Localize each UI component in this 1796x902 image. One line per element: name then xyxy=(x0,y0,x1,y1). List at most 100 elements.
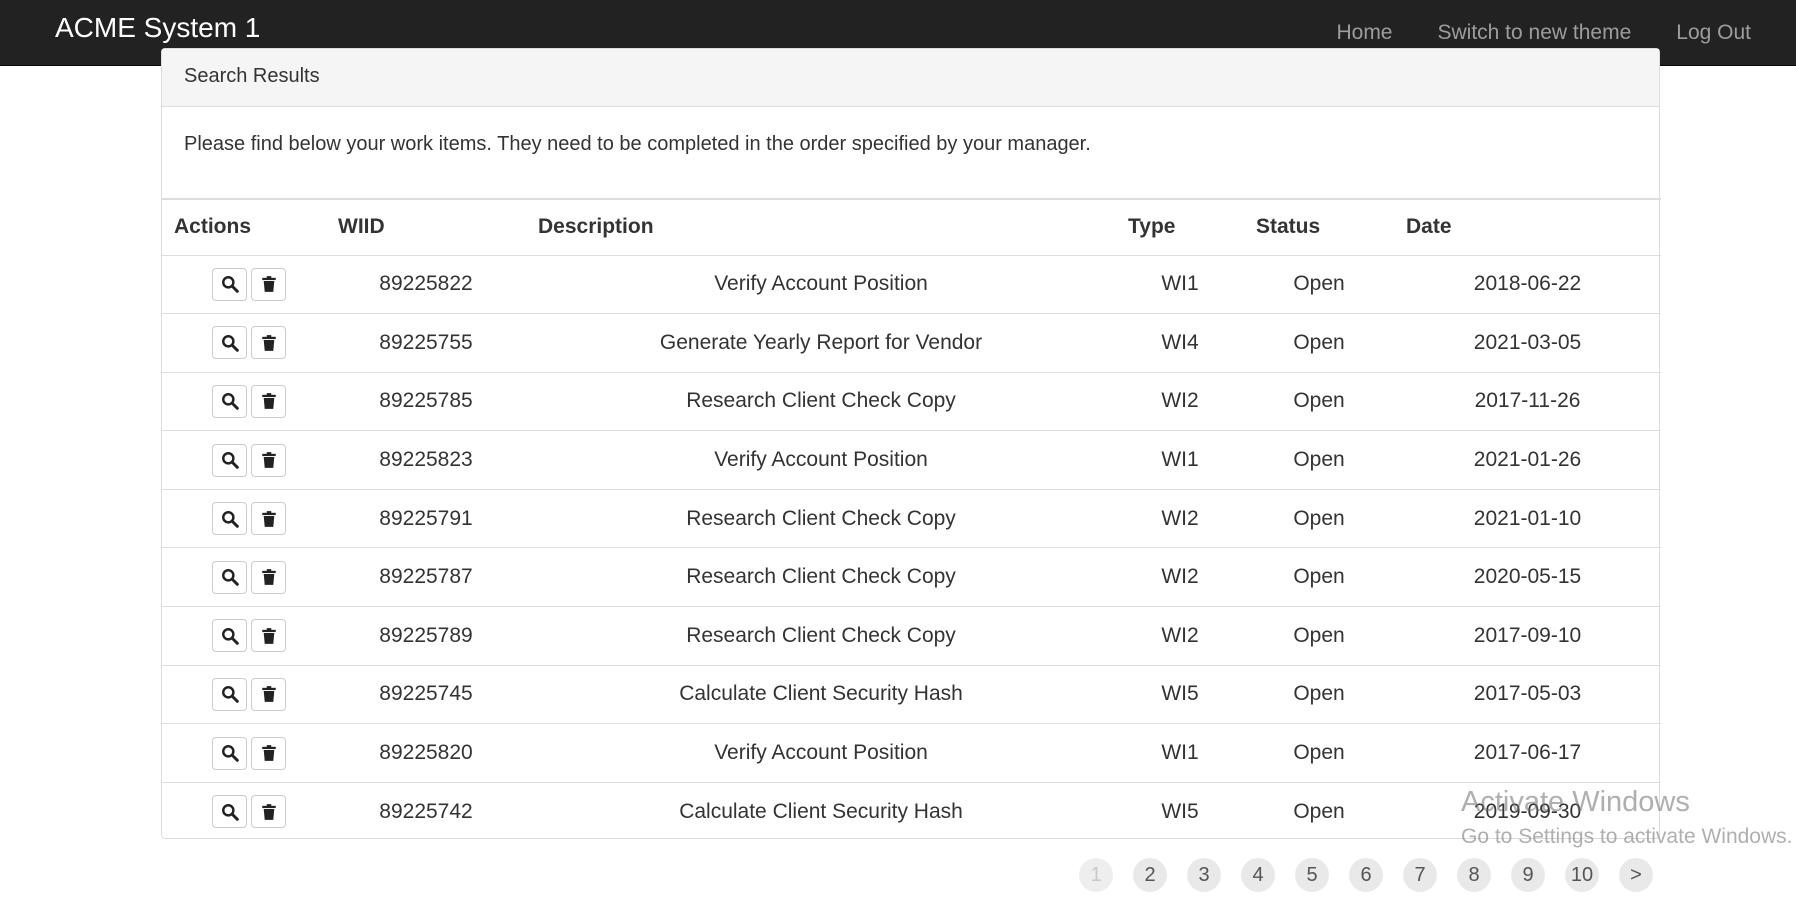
cell-status: Open xyxy=(1293,506,1345,530)
cell-description: Verify Account Position xyxy=(714,448,928,472)
pagination-page[interactable]: 7 xyxy=(1403,858,1437,892)
view-item-button[interactable] xyxy=(212,795,247,829)
header-wiid[interactable]: WIID xyxy=(326,199,526,255)
cell-date: 2017-09-10 xyxy=(1473,623,1582,647)
cell-description: Verify Account Position xyxy=(714,741,928,765)
view-item-button[interactable] xyxy=(212,560,247,594)
cell-type: WI5 xyxy=(1161,682,1199,706)
cell-status: Open xyxy=(1293,448,1345,472)
cell-type: WI1 xyxy=(1161,448,1199,472)
cell-wiid: 89225789 xyxy=(379,623,473,647)
search-icon xyxy=(221,568,239,587)
pagination-page[interactable]: 6 xyxy=(1349,858,1383,892)
pagination-page[interactable]: 5 xyxy=(1295,858,1329,892)
pagination-next[interactable]: > xyxy=(1619,858,1653,892)
cell-description: Research Client Check Copy xyxy=(686,506,956,530)
cell-type: WI2 xyxy=(1161,389,1199,413)
delete-item-button[interactable] xyxy=(251,326,286,360)
header-description[interactable]: Description xyxy=(526,199,1116,255)
view-item-button[interactable] xyxy=(212,736,247,770)
cell-status: Open xyxy=(1293,389,1345,413)
cell-wiid: 89225823 xyxy=(379,448,473,472)
header-type[interactable]: Type xyxy=(1116,199,1244,255)
cell-description: Calculate Client Security Hash xyxy=(679,682,963,706)
row-actions xyxy=(162,255,326,314)
table-row: 89225785 Research Client Check Copy WI2 Ope… xyxy=(162,372,1661,431)
cell-wiid: 89225787 xyxy=(379,565,473,589)
brand-title[interactable]: ACME System 1 xyxy=(55,12,260,44)
view-item-button[interactable] xyxy=(212,267,247,301)
cell-date: 2019-09-30 xyxy=(1473,799,1582,823)
table-body: 89225822 Verify Account Position WI1 Open 20… xyxy=(162,255,1661,841)
cell-status: Open xyxy=(1293,565,1345,589)
nav-switch-theme-link[interactable]: Switch to new theme xyxy=(1438,21,1632,45)
panel-intro-text: Please find below your work items. They … xyxy=(184,133,1091,155)
delete-item-button[interactable] xyxy=(251,619,286,653)
cell-description: Generate Yearly Report for Vendor xyxy=(659,330,983,354)
delete-item-button[interactable] xyxy=(251,443,286,477)
table-row: 89225755 Generate Yearly Report for Vendo… xyxy=(162,313,1661,373)
cell-type: WI2 xyxy=(1161,565,1199,589)
cell-status: Open xyxy=(1293,330,1345,354)
view-item-button[interactable] xyxy=(212,502,247,536)
cell-type: WI1 xyxy=(1161,272,1199,296)
table-row: 89225745 Calculate Client Security Hash WI… xyxy=(162,665,1661,724)
search-icon xyxy=(221,334,239,352)
header-status[interactable]: Status xyxy=(1244,199,1394,255)
delete-item-button[interactable] xyxy=(251,736,286,770)
cell-date: 2018-06-22 xyxy=(1473,272,1582,296)
cell-description: Verify Account Position xyxy=(714,272,928,296)
delete-item-button[interactable] xyxy=(251,795,286,829)
delete-item-button[interactable] xyxy=(251,267,286,301)
view-item-button[interactable] xyxy=(212,326,247,360)
pagination-page[interactable]: 2 xyxy=(1133,858,1167,892)
nav-home-link[interactable]: Home xyxy=(1336,21,1392,45)
delete-item-button[interactable] xyxy=(251,384,286,418)
pagination-page[interactable]: 8 xyxy=(1457,858,1491,892)
pagination: 1 2 3 4 5 6 7 8 9 10 > xyxy=(1079,858,1673,892)
cell-type: WI4 xyxy=(1161,330,1199,354)
pagination-page[interactable]: 3 xyxy=(1187,858,1221,892)
cell-description: Research Client Check Copy xyxy=(686,623,956,647)
search-icon xyxy=(221,275,239,294)
cell-wiid: 89225742 xyxy=(379,799,473,823)
row-actions xyxy=(162,489,326,548)
trash-icon xyxy=(260,685,278,703)
pagination-page[interactable]: 4 xyxy=(1241,858,1275,892)
row-actions xyxy=(162,372,326,431)
table-row: 89225791 Research Client Check Copy WI2 Ope… xyxy=(162,489,1661,548)
table-row: 89225820 Verify Account Position WI1 Open 20… xyxy=(162,723,1661,783)
cell-wiid: 89225785 xyxy=(379,389,473,413)
pagination-page[interactable]: 9 xyxy=(1511,858,1545,892)
cell-date: 2017-05-03 xyxy=(1473,682,1582,706)
view-item-button[interactable] xyxy=(212,384,247,418)
view-item-button[interactable] xyxy=(212,619,247,653)
table-row: 89225822 Verify Account Position WI1 Open 20… xyxy=(162,255,1661,314)
nav-logout-link[interactable]: Log Out xyxy=(1676,21,1751,45)
pagination-page[interactable]: 1 xyxy=(1079,858,1113,892)
cell-date: 2017-06-17 xyxy=(1473,741,1582,765)
trash-icon xyxy=(260,334,278,352)
cell-wiid: 89225822 xyxy=(379,272,473,296)
trash-icon xyxy=(260,451,278,469)
cell-date: 2021-01-26 xyxy=(1473,448,1582,472)
cell-wiid: 89225820 xyxy=(379,741,473,765)
cell-type: WI5 xyxy=(1161,799,1199,823)
row-actions xyxy=(162,431,326,490)
cell-status: Open xyxy=(1293,799,1345,823)
delete-item-button[interactable] xyxy=(251,677,286,711)
pagination-page[interactable]: 10 xyxy=(1565,858,1599,892)
search-results-panel: Search Results Please find below your wo… xyxy=(161,48,1661,841)
cell-wiid: 89225791 xyxy=(379,506,473,530)
view-item-button[interactable] xyxy=(212,677,247,711)
row-actions xyxy=(162,665,326,724)
table-row: 89225823 Verify Account Position WI1 Open 20… xyxy=(162,430,1661,490)
delete-item-button[interactable] xyxy=(251,502,286,536)
delete-item-button[interactable] xyxy=(251,560,286,594)
cell-wiid: 89225755 xyxy=(379,330,473,354)
view-item-button[interactable] xyxy=(212,443,247,477)
trash-icon xyxy=(260,275,278,293)
trash-icon xyxy=(260,510,278,528)
header-date[interactable]: Date xyxy=(1394,199,1661,255)
cell-date: 2021-03-05 xyxy=(1473,330,1582,354)
